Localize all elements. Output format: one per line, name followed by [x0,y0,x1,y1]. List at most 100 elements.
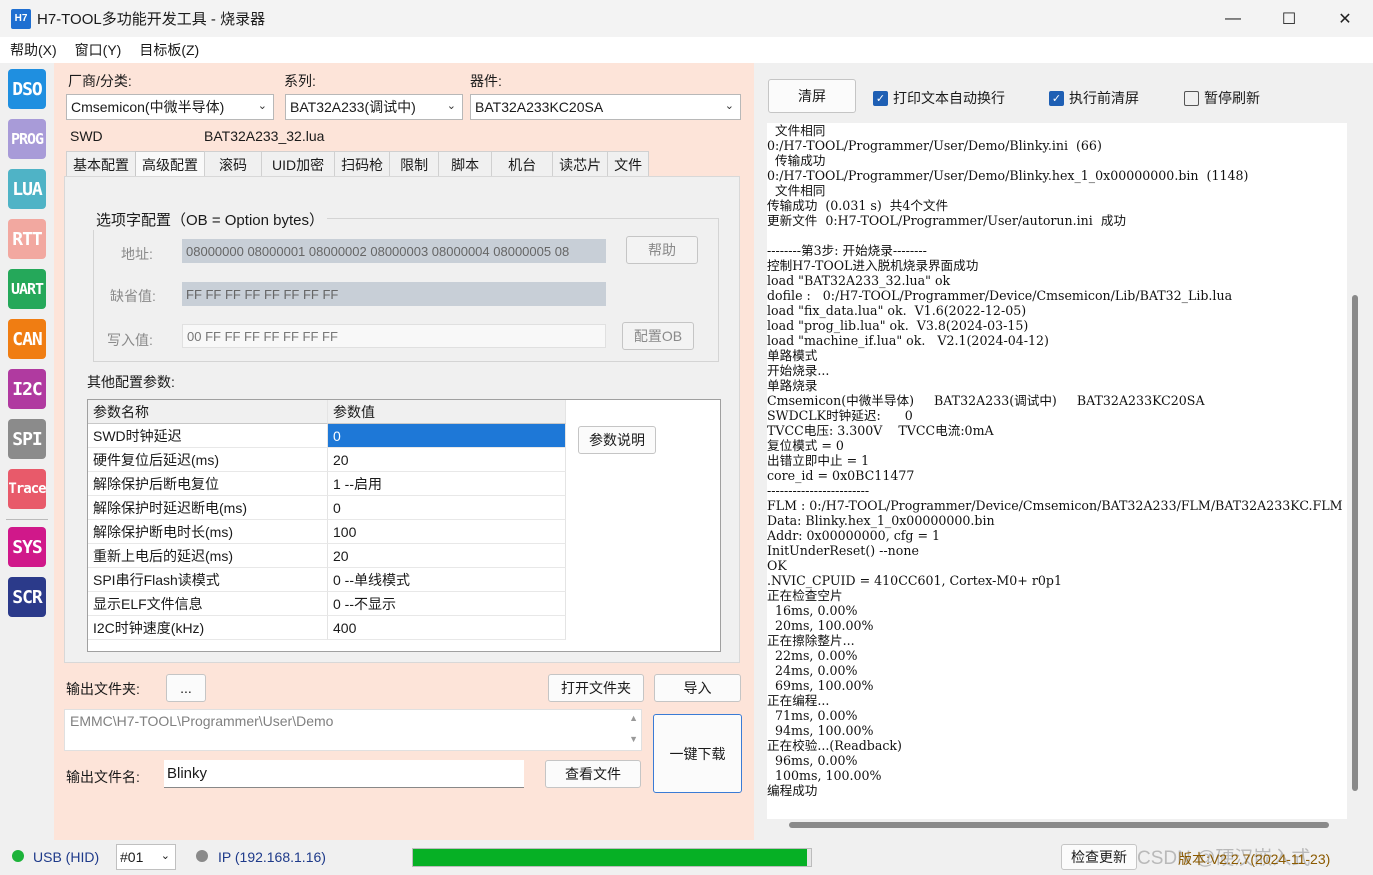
log-line: 100ms, 100.00% [767,768,882,783]
output-folder-label: 输出文件夹: [66,681,140,697]
channel-select[interactable]: #01 ⌄ [116,844,176,870]
log-line: 正在校验...(Readback) [767,738,902,753]
maximize-button[interactable]: ☐ [1261,0,1317,37]
series-label: 系列: [284,73,316,89]
tab-scanner[interactable]: 扫码枪 [334,151,391,177]
log-vertical-scrollbar[interactable] [1352,295,1358,791]
import-button[interactable]: 导入 [654,674,741,702]
menu-target-board[interactable]: 目标板(Z) [139,40,199,60]
header-param-value[interactable]: 参数值 [328,400,566,424]
ob-default-field[interactable]: FF FF FF FF FF FF FF FF [182,282,606,306]
param-value[interactable]: 0 --不显示 [328,592,566,616]
log-output[interactable]: 文件相同 0:/H7-TOOL/Programmer/User/Demo/Blin… [767,123,1347,819]
log-line: TVCC电压: 3.300V TVCC电流:0mA [767,423,994,438]
tool-lua-button[interactable]: LUA [8,169,46,209]
param-value[interactable]: 400 [328,616,566,640]
table-row[interactable]: 解除保护后断电复位 1 --启用 [88,472,566,496]
tool-scr-button[interactable]: SCR [8,577,46,617]
log-line: 单路模式 [767,348,818,363]
param-value[interactable]: 0 --单线模式 [328,568,566,592]
tab-machine[interactable]: 机台 [491,151,554,177]
view-file-button[interactable]: 查看文件 [545,760,641,788]
table-row[interactable]: 解除保护时延迟断电(ms) 0 [88,496,566,520]
output-file-input[interactable]: Blinky [164,760,524,788]
log-line: InitUnderReset() --none [767,543,919,558]
log-line: 正在编程... [767,693,830,708]
configure-ob-button[interactable]: 配置OB [622,322,694,350]
param-value[interactable]: 20 [328,544,566,568]
tool-uart-button[interactable]: UART [8,269,46,309]
open-folder-button[interactable]: 打开文件夹 [548,674,644,702]
series-select[interactable]: BAT32A233(调试中) ⌄ [285,94,463,120]
table-row[interactable]: 解除保护断电时长(ms) 100 [88,520,566,544]
table-row[interactable]: I2C时钟速度(kHz) 400 [88,616,566,640]
param-name: SWD时钟延迟 [88,424,328,448]
tab-read-chip[interactable]: 读芯片 [552,151,609,177]
menu-help[interactable]: 帮助(X) [10,40,57,60]
browse-folder-button[interactable]: ... [166,674,206,702]
auto-wrap-checkbox[interactable]: ✓ 打印文本自动换行 [873,88,1005,108]
tab-script[interactable]: 脚本 [438,151,493,177]
param-value[interactable]: 1 --启用 [328,472,566,496]
ob-address-field[interactable]: 08000000 08000001 08000002 08000003 0800… [182,239,606,263]
log-line: 94ms, 100.00% [767,723,874,738]
tab-uid-encrypt[interactable]: UID加密 [261,151,336,177]
tab-advanced-config[interactable]: 高级配置 [135,151,205,178]
param-value[interactable]: 20 [328,448,566,472]
clear-before-run-checkbox[interactable]: ✓ 执行前清屏 [1049,88,1139,108]
clear-screen-button[interactable]: 清屏 [768,79,856,113]
window-title: H7-TOOL多功能开发工具 - 烧录器 [37,11,266,28]
device-select[interactable]: BAT32A233KC20SA ⌄ [470,94,741,120]
param-value[interactable]: 100 [328,520,566,544]
log-line: 正在检查空片 [767,588,843,603]
log-line: load "fix_data.lua" ok. V1.6(2022-12-05) [767,303,1027,318]
header-param-name[interactable]: 参数名称 [88,400,328,424]
scroll-down-icon[interactable]: ▼ [629,734,638,744]
tool-trace-button[interactable]: Trace [8,469,47,509]
param-value[interactable]: 0 [328,424,566,448]
series-select-value: BAT32A233(调试中) [290,99,416,115]
window-controls: — ☐ ✕ [1205,0,1373,37]
output-folder-path[interactable]: EMMC\H7-TOOL\Programmer\User\Demo ▲ ▼ [64,709,642,751]
scroll-up-icon[interactable]: ▲ [629,713,638,723]
ob-write-field[interactable]: 00 FF FF FF FF FF FF FF [182,324,606,348]
tab-file[interactable]: 文件 [607,151,650,177]
param-help-button[interactable]: 参数说明 [578,426,656,454]
vendor-select-value: Cmsemicon(中微半导体) [71,99,225,115]
table-row[interactable]: SWD时钟延迟 0 [88,424,566,448]
table-row[interactable]: SPI串行Flash读模式 0 --单线模式 [88,568,566,592]
check-update-button[interactable]: 检查更新 [1061,844,1137,870]
tool-spi-button[interactable]: SPI [8,419,46,459]
param-value[interactable]: 0 [328,496,566,520]
other-params-title: 其他配置参数: [87,374,175,390]
log-line: Addr: 0x00000000, cfg = 1 [767,528,941,543]
log-line: OK [767,558,787,573]
tool-prog-button[interactable]: PROG [8,119,46,159]
tool-can-button[interactable]: CAN [8,319,46,359]
one-key-download-button[interactable]: 一键下载 [653,714,742,793]
tool-sys-button[interactable]: SYS [8,527,46,567]
interface-label: SWD [70,128,103,144]
minimize-button[interactable]: — [1205,0,1261,37]
log-line: 正在擦除整片... [767,633,855,648]
pause-refresh-checkbox[interactable]: 暂停刷新 [1184,88,1260,108]
tool-dso-button[interactable]: DSO [8,69,46,109]
param-name: 解除保护断电时长(ms) [88,520,328,544]
log-line: .NVIC_CPUID = 410CC601, Cortex-M0+ r0p1 [767,573,1062,588]
table-row[interactable]: 显示ELF文件信息 0 --不显示 [88,592,566,616]
log-line: 开始烧录... [767,363,830,378]
ob-help-button[interactable]: 帮助 [626,236,698,264]
menu-window[interactable]: 窗口(Y) [75,40,122,60]
log-horizontal-scrollbar[interactable] [789,822,1329,828]
tab-rolling-code[interactable]: 滚码 [204,151,262,177]
tab-basic-config[interactable]: 基本配置 [66,151,136,177]
vendor-select[interactable]: Cmsemicon(中微半导体) ⌄ [66,94,274,120]
tool-rtt-button[interactable]: RTT [8,219,46,259]
tool-i2c-button[interactable]: I2C [8,369,46,409]
close-button[interactable]: ✕ [1317,0,1373,37]
tab-limit[interactable]: 限制 [389,151,440,177]
param-name: 重新上电后的延迟(ms) [88,544,328,568]
table-row[interactable]: 硬件复位后延迟(ms) 20 [88,448,566,472]
status-bar: USB (HID) #01 ⌄ IP (192.168.1.16) 检查更新 C… [0,840,1373,875]
table-row[interactable]: 重新上电后的延迟(ms) 20 [88,544,566,568]
